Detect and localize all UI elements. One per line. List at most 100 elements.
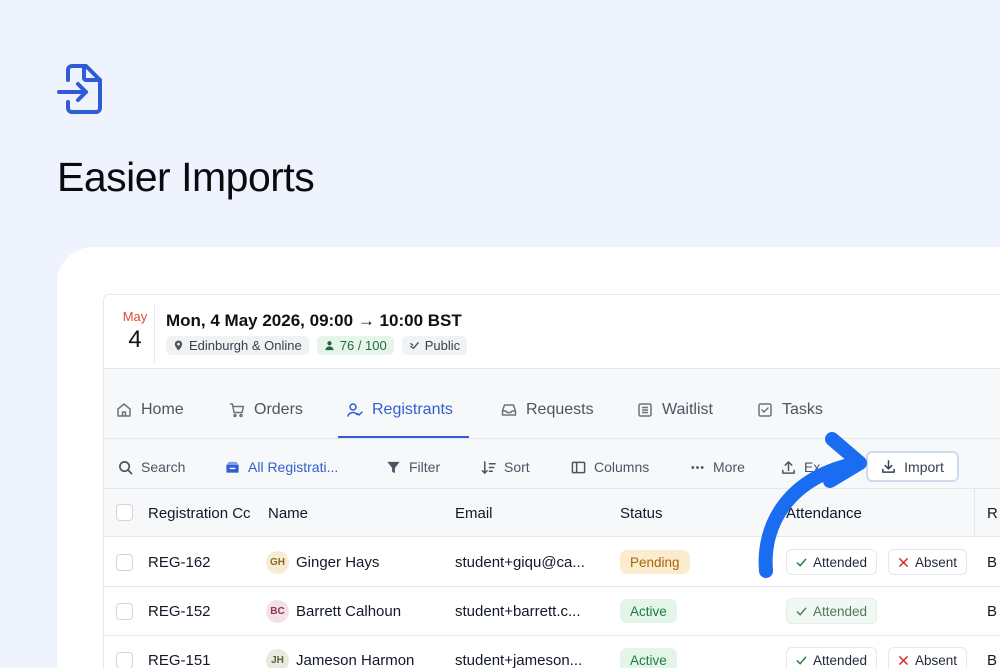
row-checkbox[interactable] [116,652,133,668]
sort-button[interactable]: Sort [481,459,530,475]
registrant-name[interactable]: Barrett Calhoun [296,603,401,620]
avatar: JH [266,649,289,668]
registration-code: REG-152 [148,603,211,620]
file-import-icon [57,64,102,114]
sort-icon [481,460,496,474]
location-pin-icon [174,340,183,351]
row-checkbox[interactable] [116,603,133,620]
tab-registrants[interactable]: Registrants [347,401,453,419]
status-badge: Pending [620,550,690,574]
attended-label: Attended [813,603,868,619]
active-tab-indicator [338,436,469,438]
absent-label: Absent [915,554,958,570]
checkbox-icon [758,403,772,417]
attended-label: Attended [813,652,868,668]
more-dots-icon [691,465,704,469]
column-header[interactable]: Status [620,505,663,522]
status-badge: Active [620,648,677,668]
tab-label: Registrants [372,401,453,418]
people-icon [325,341,334,351]
visibility-label: Public [424,338,461,353]
filter-label: Filter [409,459,441,475]
extra-cell: B [987,554,998,571]
view-selector[interactable]: All Registrati... [225,459,338,475]
tab-label: Home [141,401,184,418]
user-check-icon [347,403,363,417]
registrant-name[interactable]: Jameson Harmon [296,652,414,668]
sort-label: Sort [504,459,530,475]
filter-icon [387,461,400,473]
download-icon [882,460,896,473]
home-icon [117,403,131,417]
select-all-checkbox[interactable] [116,504,133,521]
table-row[interactable]: REG-152 BC Barrett Calhoun student+barre… [104,587,1000,636]
event-chips: Edinburgh & Online 76 / 100 Public [166,336,468,355]
search-button[interactable]: Search [118,459,185,475]
attended-button[interactable]: Attended [786,598,878,624]
tab-home[interactable]: Home [116,401,184,419]
avatar: BC [266,600,289,623]
location-chip: Edinburgh & Online [166,336,309,355]
row-checkbox[interactable] [116,554,133,571]
avatar: GH [266,551,289,574]
location-label: Edinburgh & Online [189,338,302,353]
divider [154,305,155,363]
filter-button[interactable]: Filter [386,459,440,475]
tab-tasks[interactable]: Tasks [757,401,823,419]
list-icon [638,403,652,417]
search-label: Search [141,459,186,475]
tab-label: Requests [526,401,594,418]
more-button[interactable]: More [690,459,745,475]
capacity-chip: 76 / 100 [316,336,394,355]
registrant-name[interactable]: Ginger Hays [296,554,379,571]
extra-cell: B [987,652,998,668]
tab-orders[interactable]: Orders [229,401,303,419]
tab-label: Waitlist [662,401,713,418]
registrant-email: student+barrett.c... [455,603,581,620]
inbox-view-icon [226,461,239,473]
cart-icon [230,403,245,418]
hero-title: Easier Imports [57,154,315,200]
tab-label: Tasks [782,401,823,418]
attended-button[interactable]: Attended [786,647,878,668]
event-month: May [122,309,148,324]
page: Easier Imports May 4 Mon, 4 May 2026, 09… [0,0,1000,668]
registration-code: REG-162 [148,554,211,571]
columns-button[interactable]: Columns [571,459,649,475]
check-icon [796,656,807,665]
absent-button[interactable]: Absent [888,647,968,668]
visibility-chip: Public [401,336,468,355]
event-title: Mon, 4 May 2026, 09:00 → 10:00 BST [166,311,462,330]
registration-code: REG-151 [148,652,211,668]
absent-label: Absent [915,652,958,668]
table-row[interactable]: REG-151 JH Jameson Harmon student+jameso… [104,636,1000,668]
broadcast-icon [409,342,419,350]
import-label: Import [904,458,944,475]
curved-arrow-icon [758,432,867,578]
event-date: May 4 [120,309,150,354]
event-day: 4 [128,326,142,353]
absent-button[interactable]: Absent [888,549,968,575]
search-icon [119,460,133,474]
inbox-icon [501,404,517,416]
extra-cell: B [987,603,998,620]
status-badge: Active [620,599,677,623]
close-icon [899,557,908,567]
column-header[interactable]: Name [268,505,308,522]
tab-waitlist[interactable]: Waitlist [637,401,713,419]
capacity-label: 76 / 100 [339,338,387,353]
close-icon [899,655,908,665]
registrant-email: student+jameson... [455,652,583,668]
tab-label: Orders [254,401,303,418]
tab-requests[interactable]: Requests [501,401,594,419]
column-header[interactable]: R [987,505,998,522]
columns-label: Columns [594,459,650,475]
column-header[interactable]: Email [455,505,493,522]
check-icon [796,607,807,616]
columns-icon [571,461,586,473]
registrant-email: student+giqu@ca... [455,554,585,571]
column-header[interactable]: Registration Cc [148,505,256,522]
event-header: May 4 Mon, 4 May 2026, 09:00 → 10:00 BST… [104,295,1000,369]
view-label: All Registrati... [248,459,339,475]
column-divider [974,489,975,537]
